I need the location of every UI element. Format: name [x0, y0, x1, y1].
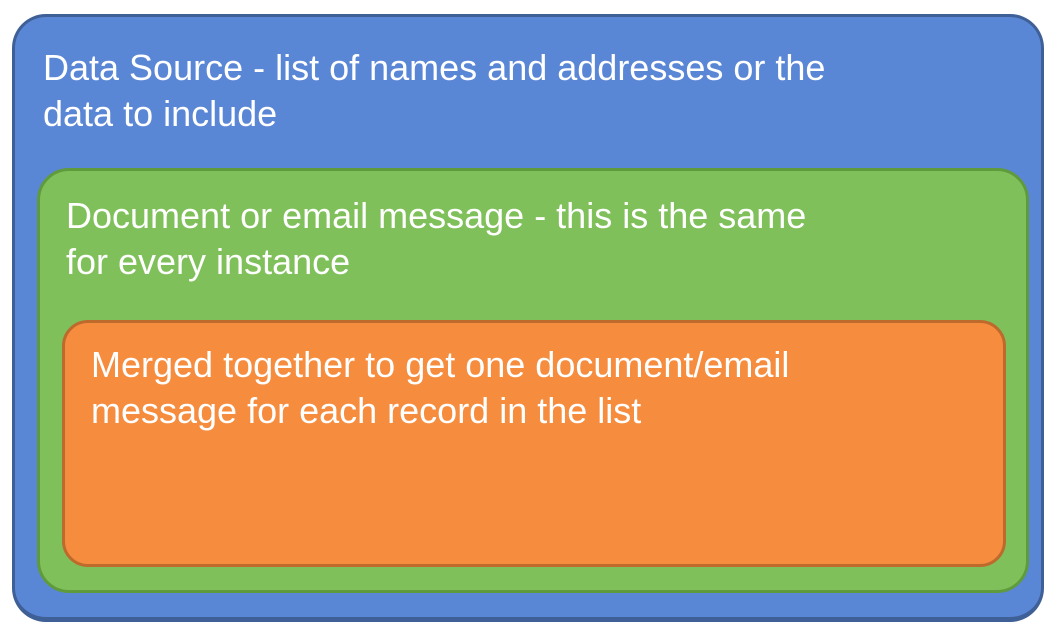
document-message-label: Document or email message - this is the … [66, 195, 807, 282]
data-source-label: Data Source - list of names and addresse… [43, 47, 826, 134]
merged-result-label: Merged together to get one document/emai… [91, 344, 790, 431]
merged-result-box: Merged together to get one document/emai… [62, 320, 1006, 567]
mail-merge-diagram: Data Source - list of names and addresse… [0, 0, 1046, 624]
